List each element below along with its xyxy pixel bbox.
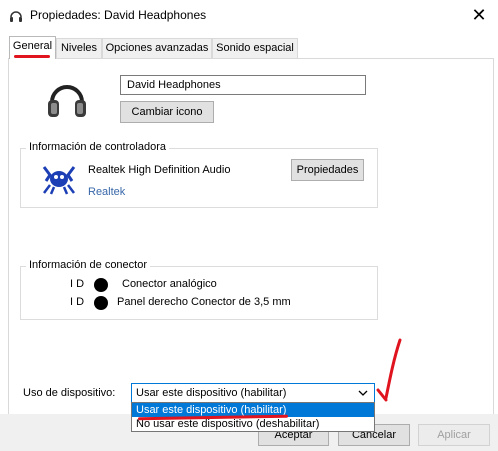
realtek-crab-icon bbox=[42, 166, 76, 195]
annotation-underline-tab bbox=[14, 55, 50, 58]
connector-location-label: Panel derecho Conector de 3,5 mm bbox=[117, 296, 291, 308]
connector-info-group bbox=[20, 266, 378, 320]
connector-id-label: I D bbox=[70, 278, 85, 290]
title-bar: Propiedades: David Headphones ✕ bbox=[0, 0, 498, 32]
tab-opciones-avanzadas[interactable]: Opciones avanzadas bbox=[102, 38, 212, 58]
connector-color-dot bbox=[94, 278, 108, 292]
tab-niveles[interactable]: Niveles bbox=[56, 38, 102, 58]
connector-id-label: I D bbox=[70, 296, 85, 308]
annotation-checkmark bbox=[376, 338, 402, 402]
headphones-icon bbox=[48, 85, 86, 117]
device-name-input[interactable] bbox=[120, 75, 366, 95]
chevron-down-icon[interactable] bbox=[358, 389, 368, 397]
device-usage-select[interactable]: Usar este dispositivo (habilitar) bbox=[131, 383, 375, 403]
change-icon-button[interactable]: Cambiar icono bbox=[120, 101, 214, 123]
connector-info-title: Información de conector bbox=[26, 259, 151, 271]
connector-type-label: Conector analógico bbox=[122, 278, 217, 290]
connector-color-dot bbox=[94, 296, 108, 310]
tab-strip: General Niveles Opciones avanzadas Sonid… bbox=[0, 36, 498, 59]
apply-button[interactable]: Aplicar bbox=[418, 424, 490, 446]
window-title: Propiedades: David Headphones bbox=[30, 8, 207, 22]
tab-sonido-espacial[interactable]: Sonido espacial bbox=[212, 38, 298, 58]
device-usage-label: Uso de dispositivo: bbox=[23, 387, 116, 399]
close-button[interactable]: ✕ bbox=[468, 4, 490, 26]
vendor-link[interactable]: Realtek bbox=[88, 186, 125, 198]
device-usage-selected: Usar este dispositivo (habilitar) bbox=[136, 387, 287, 399]
controller-properties-button[interactable]: Propiedades bbox=[291, 159, 364, 181]
controller-name: Realtek High Definition Audio bbox=[88, 164, 231, 176]
controller-info-title: Información de controladora bbox=[26, 141, 169, 153]
headphones-icon bbox=[10, 11, 22, 22]
